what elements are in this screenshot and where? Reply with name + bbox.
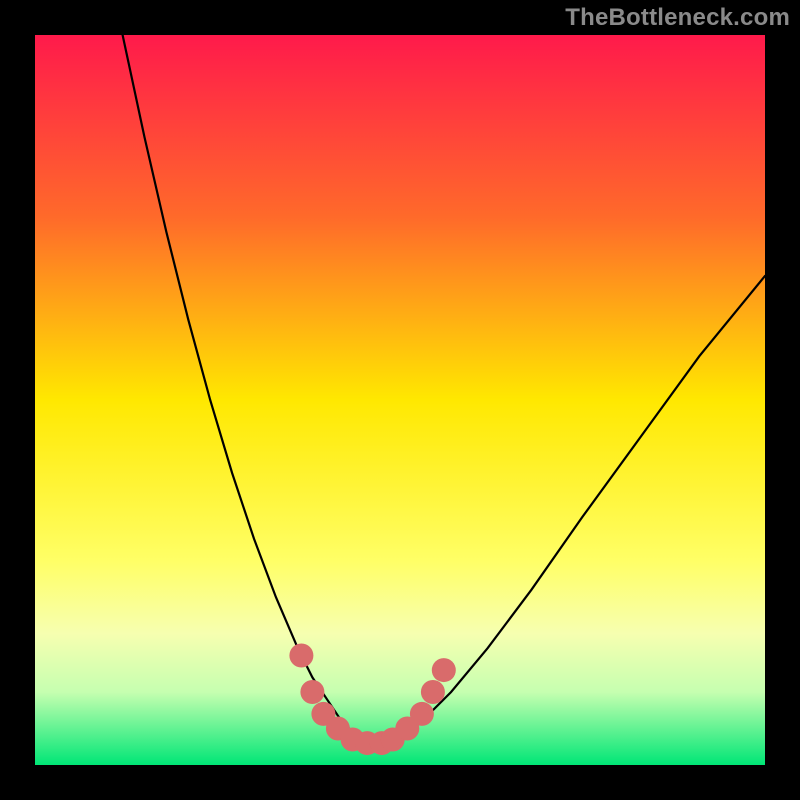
highlight-dot <box>410 702 434 726</box>
chart-frame: TheBottleneck.com <box>0 0 800 800</box>
bottleneck-chart <box>35 35 765 765</box>
highlight-dot <box>432 658 456 682</box>
gradient-background <box>35 35 765 765</box>
highlight-dot <box>300 680 324 704</box>
highlight-dot <box>289 644 313 668</box>
highlight-dot <box>421 680 445 704</box>
watermark-label: TheBottleneck.com <box>565 4 790 32</box>
